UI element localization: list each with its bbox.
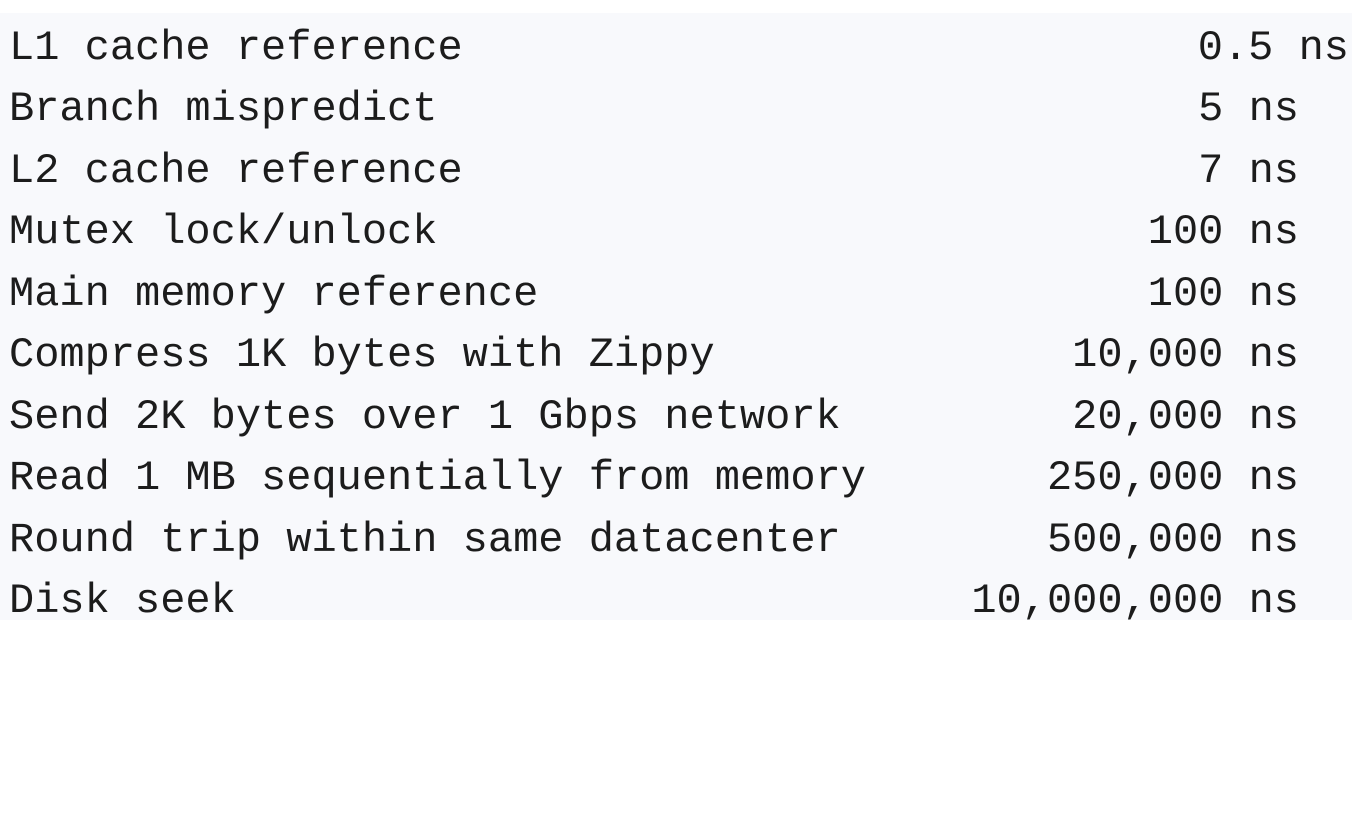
latency-value: 0.5 ns xyxy=(1197,24,1349,72)
latency-value: 10,000,000 ns xyxy=(971,577,1299,625)
operation-label: Send 2K bytes over 1 Gbps network xyxy=(9,393,841,441)
operation-label: L1 cache reference xyxy=(9,24,463,72)
operation-label: Read 1 MB sequentially from memory xyxy=(9,454,866,502)
operation-label: L2 cache reference xyxy=(9,147,463,195)
latency-value: 5 ns xyxy=(1198,85,1299,133)
operation-label: Round trip within same datacenter xyxy=(9,516,841,564)
latency-row: Branch mispredict 5 ns xyxy=(9,78,1349,140)
latency-row: Compress 1K bytes with Zippy 10,000 ns xyxy=(9,324,1349,386)
latency-value: 7 ns xyxy=(1198,147,1299,195)
latency-row: Mutex lock/unlock 100 ns xyxy=(9,201,1349,263)
operation-label: Branch mispredict xyxy=(9,85,438,133)
operation-label: Main memory reference xyxy=(9,270,539,318)
latency-row: Disk seek 10,000,000 ns xyxy=(9,570,1349,632)
latency-row: Read 1 MB sequentially from memory 250,0… xyxy=(9,447,1349,509)
latency-value: 20,000 ns xyxy=(1072,393,1299,441)
latency-row: Send 2K bytes over 1 Gbps network 20,000… xyxy=(9,386,1349,448)
operation-label: Disk seek xyxy=(9,577,236,625)
latency-row: L1 cache reference 0.5 ns xyxy=(9,17,1349,79)
latency-row: Main memory reference 100 ns xyxy=(9,263,1349,325)
latency-code-block: L1 cache reference 0.5 ns Branch mispred… xyxy=(0,13,1352,625)
operation-label: Mutex lock/unlock xyxy=(9,208,438,256)
latency-value: 250,000 ns xyxy=(1046,454,1299,502)
operation-label: Compress 1K bytes with Zippy xyxy=(9,331,715,379)
latency-value: 100 ns xyxy=(1147,270,1299,318)
latency-value: 500,000 ns xyxy=(1046,516,1299,564)
latency-row: Round trip within same datacenter 500,00… xyxy=(9,509,1349,571)
latency-value: 100 ns xyxy=(1147,208,1299,256)
latency-row: L2 cache reference 7 ns xyxy=(9,140,1349,202)
latency-value: 10,000 ns xyxy=(1072,331,1299,379)
